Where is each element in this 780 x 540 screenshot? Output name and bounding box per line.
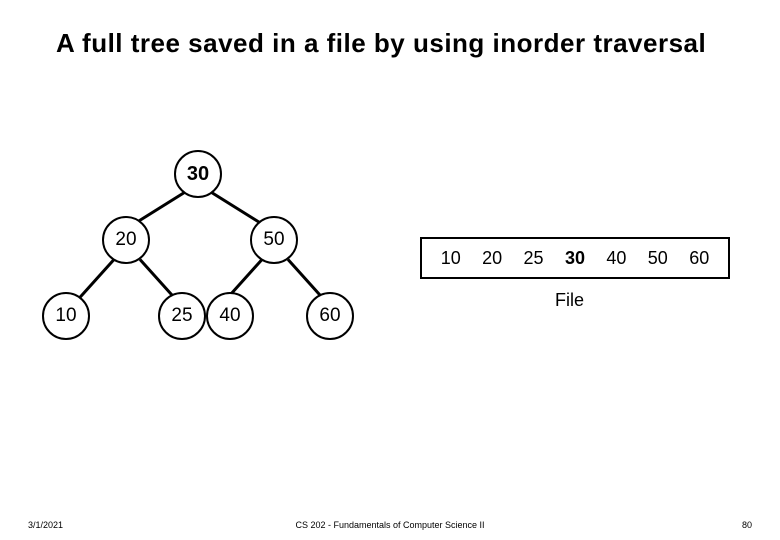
tree-node-root: 30 <box>174 150 222 198</box>
tree-node: 50 <box>250 216 298 264</box>
file-item: 50 <box>648 248 668 269</box>
file-item: 10 <box>441 248 461 269</box>
slide-title: A full tree saved in a file by using ino… <box>56 28 706 59</box>
file-label: File <box>555 290 584 311</box>
tree-node: 25 <box>158 292 206 340</box>
tree-node: 60 <box>306 292 354 340</box>
footer-page: 80 <box>742 520 752 530</box>
file-contents-box: 10 20 25 30 40 50 60 <box>420 237 730 279</box>
file-item: 60 <box>689 248 709 269</box>
binary-tree: 30 20 50 10 25 40 60 <box>30 150 370 370</box>
file-item: 40 <box>606 248 626 269</box>
tree-node: 20 <box>102 216 150 264</box>
file-item-root: 30 <box>565 248 585 269</box>
footer-course: CS 202 - Fundamentals of Computer Scienc… <box>295 520 484 530</box>
file-item: 25 <box>524 248 544 269</box>
footer-date: 3/1/2021 <box>28 520 63 530</box>
tree-node: 10 <box>42 292 90 340</box>
tree-node: 40 <box>206 292 254 340</box>
file-item: 20 <box>482 248 502 269</box>
